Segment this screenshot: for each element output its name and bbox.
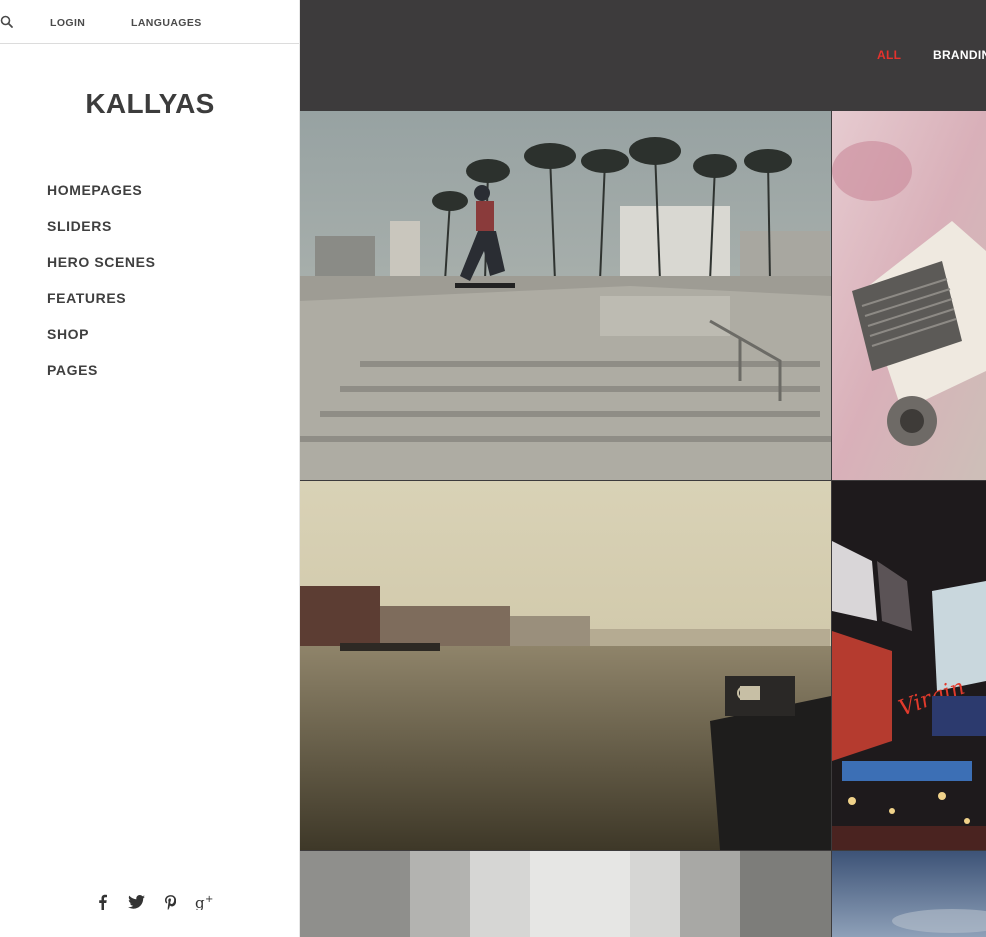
top-bar: LOGIN LANGUAGES [0, 0, 299, 44]
twitter-icon[interactable] [126, 893, 146, 911]
svg-text:+: + [205, 894, 213, 905]
menu-item-sliders[interactable]: SLIDERS [47, 216, 156, 252]
languages-link[interactable]: LANGUAGES [131, 17, 202, 29]
skateboarder-photo[interactable] [300, 111, 831, 480]
menu-item-shop[interactable]: SHOP [47, 324, 156, 360]
menu-item-pages[interactable]: PAGES [47, 360, 156, 396]
pinterest-icon[interactable] [160, 893, 180, 911]
vintage-camera-photo[interactable] [832, 111, 986, 480]
main-menu: HOMEPAGES SLIDERS HERO SCENES FEATURES S… [47, 180, 156, 396]
svg-text:g: g [195, 894, 205, 910]
portfolio-filter-bar: ALL BRANDING [300, 0, 986, 111]
filter-all[interactable]: ALL [877, 48, 901, 62]
search-icon[interactable] [0, 15, 14, 29]
menu-item-homepages[interactable]: HOMEPAGES [47, 180, 156, 216]
social-links: g + [92, 893, 214, 911]
site-logo[interactable]: KALLYAS [0, 88, 300, 120]
filter-branding[interactable]: BRANDING [933, 48, 986, 62]
sky-photo[interactable] [832, 851, 986, 937]
google-plus-icon[interactable]: g + [194, 893, 214, 911]
city-billboards-photo[interactable]: Virgin [832, 481, 986, 850]
foggy-street-photo[interactable] [300, 851, 831, 937]
menu-item-features[interactable]: FEATURES [47, 288, 156, 324]
facebook-icon[interactable] [92, 893, 112, 911]
harbor-boat-photo[interactable] [300, 481, 831, 850]
login-link[interactable]: LOGIN [50, 17, 85, 29]
sidebar: LOGIN LANGUAGES KALLYAS HOMEPAGES SLIDER… [0, 0, 300, 937]
menu-item-hero-scenes[interactable]: HERO SCENES [47, 252, 156, 288]
portfolio-area: ALL BRANDING [300, 0, 986, 937]
